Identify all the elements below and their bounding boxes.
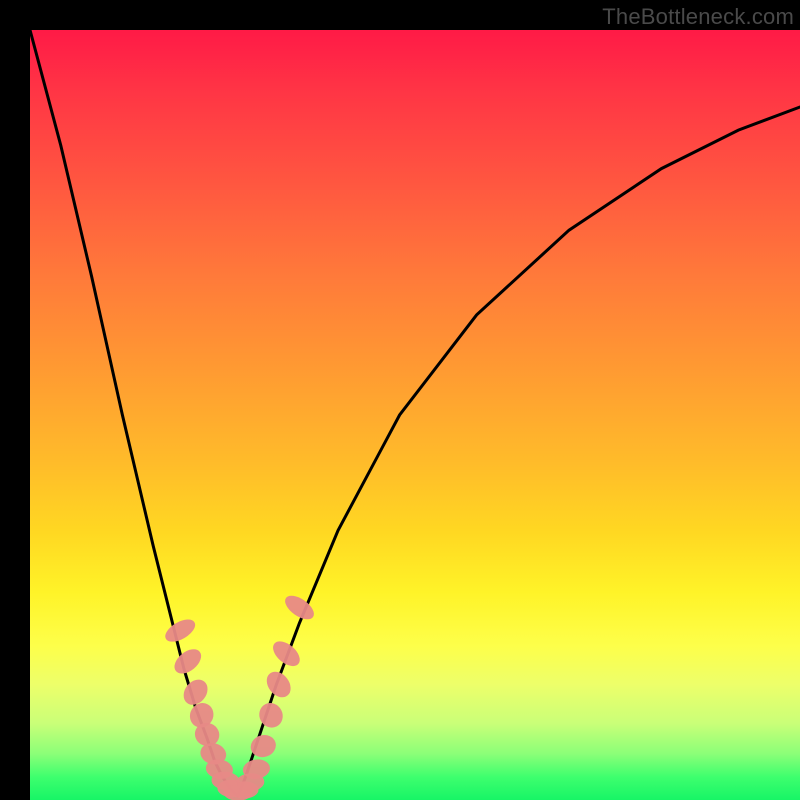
marker-point: [179, 676, 211, 709]
marker-point: [256, 700, 287, 731]
plot-area: [30, 30, 800, 800]
marker-point: [162, 616, 198, 646]
curve-layer: [30, 30, 800, 800]
watermark-text: TheBottleneck.com: [602, 4, 794, 30]
marker-point: [269, 637, 303, 670]
marker-point: [171, 645, 205, 677]
bottleneck-curve: [30, 30, 800, 796]
chart-frame: TheBottleneck.com: [0, 0, 800, 800]
marker-point: [263, 668, 295, 701]
curve-left-branch: [30, 30, 238, 796]
curve-right-branch: [238, 107, 800, 796]
marker-cluster: [162, 592, 317, 800]
